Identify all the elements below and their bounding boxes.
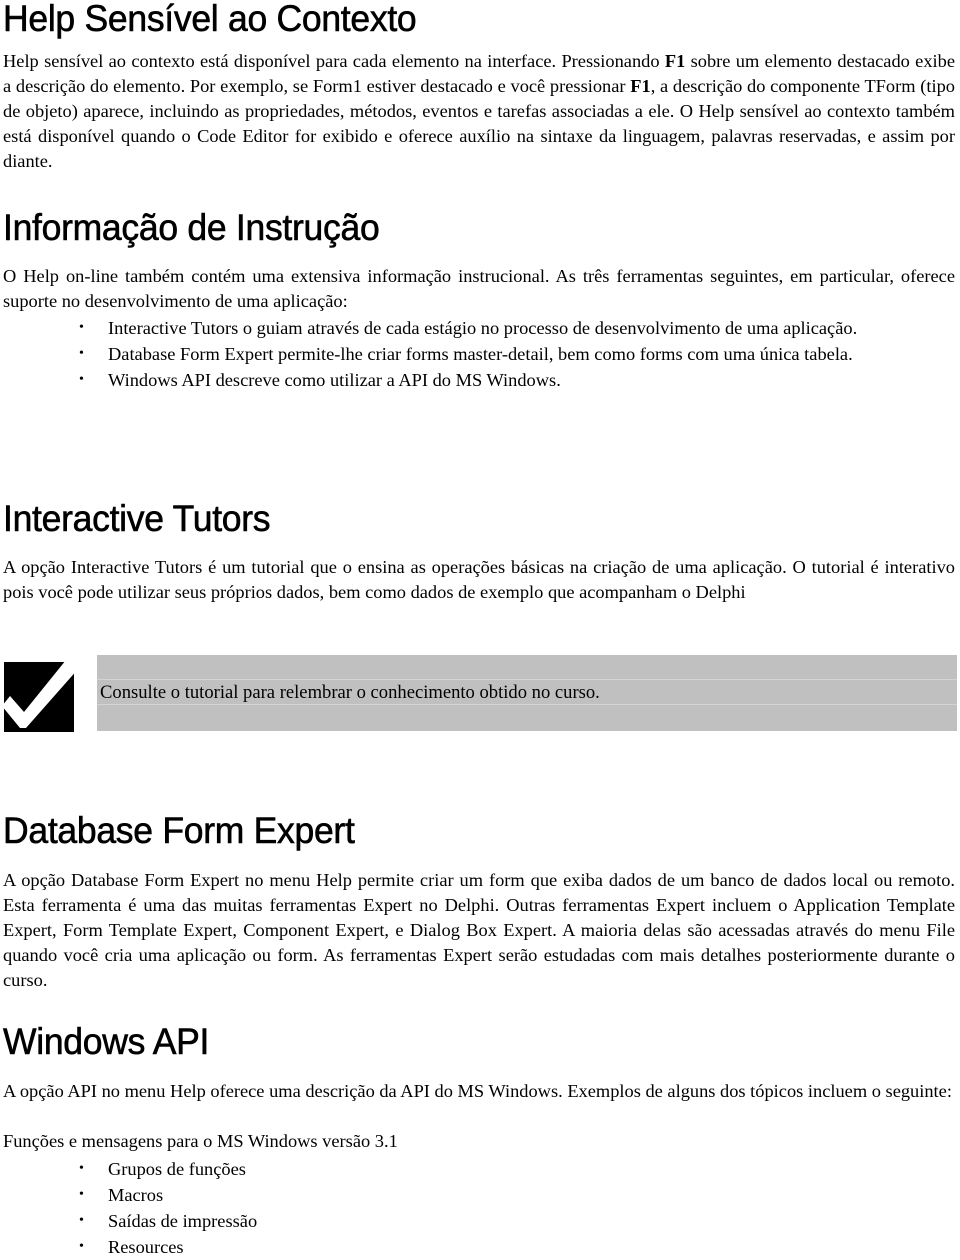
heading-interactive-tutors: Interactive Tutors xyxy=(3,498,271,539)
list-item: • Interactive Tutors o guiam através de c… xyxy=(0,315,955,341)
paragraph-database-form-expert: A opção Database Form Expert no menu Hel… xyxy=(3,870,955,990)
note-box: Consulte o tutorial para relembrar o con… xyxy=(97,655,957,731)
windows-api-subline: Funções e mensagens para o MS Windows ve… xyxy=(3,1131,398,1151)
bullet-icon: • xyxy=(79,1161,84,1176)
list-item-text: Saídas de impressão xyxy=(108,1211,258,1231)
heading-windows-api: Windows API xyxy=(3,1021,210,1062)
list-item-text: Grupos de funções xyxy=(108,1159,246,1179)
paragraph-interactive-tutors: A opção Interactive Tutors é um tutorial… xyxy=(3,557,955,602)
list-item-text: Windows API descreve como utilizar a API… xyxy=(108,370,561,390)
paragraph-informacao: O Help on-line também contém uma extensi… xyxy=(3,266,955,311)
heading-database-form-expert: Database Form Expert xyxy=(3,810,355,851)
heading-informacao-de-instrucao: Informação de Instrução xyxy=(3,207,380,248)
checkmark-icon xyxy=(4,662,74,732)
bullet-icon: • xyxy=(79,1213,84,1228)
list-item-text: Macros xyxy=(108,1185,164,1205)
list-item: • Saídas de impressão xyxy=(0,1208,955,1234)
list-item: • Windows API descreve como utilizar a AP… xyxy=(0,367,955,393)
bullet-icon: • xyxy=(79,1239,84,1254)
paragraph-help-sensivel: Help sensível ao contexto está disponíve… xyxy=(3,49,955,174)
list-item: • Resources xyxy=(0,1234,955,1260)
key-f1: F1 xyxy=(664,51,686,71)
list-item-text: Resources xyxy=(108,1237,184,1257)
note-divider xyxy=(97,679,957,680)
paragraph-windows-api: A opção API no menu Help oferece uma des… xyxy=(3,1081,952,1101)
bullet-icon: • xyxy=(79,372,84,387)
text-run: Help sensível ao contexto está disponíve… xyxy=(3,51,665,71)
heading-help-sensivel: Help Sensível ao Contexto xyxy=(3,0,417,39)
api-topics-list: • Grupos de funções • Macros • Saídas de im… xyxy=(0,1156,955,1260)
list-item: • Grupos de funções xyxy=(0,1156,955,1182)
tools-list: • Interactive Tutors o guiam através de c… xyxy=(0,315,955,393)
bullet-icon: • xyxy=(79,1187,84,1202)
list-item: • Database Form Expert permite-lhe criar … xyxy=(0,341,955,367)
note-text: Consulte o tutorial para relembrar o con… xyxy=(100,682,600,703)
list-item: • Macros xyxy=(0,1182,955,1208)
key-f1: F1 xyxy=(630,76,651,96)
list-item-text: Database Form Expert permite-lhe criar f… xyxy=(108,344,853,364)
checkmark-glyph xyxy=(4,662,74,728)
bullet-icon: • xyxy=(79,346,84,361)
bullet-icon: • xyxy=(79,320,84,335)
list-item-text: Interactive Tutors o guiam através de ca… xyxy=(108,318,858,338)
